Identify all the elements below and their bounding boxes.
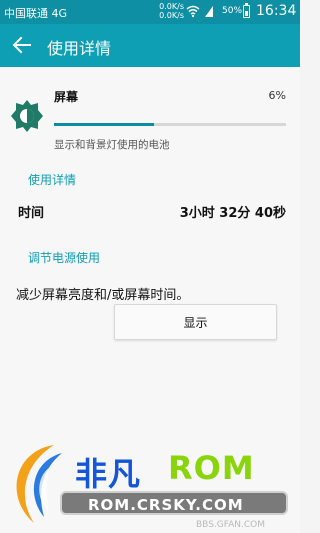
watermark-brand: 非凡 bbox=[75, 455, 142, 493]
signal-icon bbox=[205, 6, 213, 17]
screen-label: 屏幕 bbox=[54, 90, 79, 104]
app-bar: 使用详情 bbox=[0, 24, 300, 67]
wifi-icon bbox=[186, 5, 200, 18]
screen-percent: 6% bbox=[268, 89, 286, 102]
battery-percent: 50% bbox=[222, 6, 243, 16]
usage-details-header: 使用详情 bbox=[28, 173, 77, 187]
brightness-icon bbox=[11, 100, 43, 132]
watermark-url: ROM.CRSKY.COM bbox=[88, 496, 244, 514]
time-value: 3小时 32分 40秒 bbox=[179, 206, 286, 221]
watermark-bbs: BBS.GFAN.COM bbox=[196, 520, 265, 530]
net-down-speed: 0.0K/s bbox=[159, 11, 184, 20]
power-tip: 减少屏幕亮度和/或屏幕时间。 bbox=[16, 288, 190, 303]
time-row: 时间 3小时 32分 40秒 bbox=[0, 202, 300, 222]
usage-progress-fill bbox=[54, 123, 154, 126]
usage-progress-bar bbox=[54, 123, 286, 126]
carrier-label: 中国联通 4G bbox=[4, 7, 68, 20]
watermark-rom: ROM bbox=[168, 449, 255, 487]
display-settings-button[interactable]: 显示 bbox=[114, 304, 277, 340]
screen-usage-item[interactable]: 屏幕 6% 显示和背景灯使用的电池 bbox=[0, 79, 300, 151]
watermark-url-bar: ROM.CRSKY.COM bbox=[60, 491, 288, 515]
clock: 16:34 bbox=[256, 3, 297, 19]
status-bar: 中国联通 4G 0.0K/s 0.0K/s 50% 16:34 bbox=[0, 0, 300, 24]
time-label: 时间 bbox=[18, 206, 45, 221]
network-speed: 0.0K/s 0.0K/s bbox=[140, 2, 184, 20]
screen-description: 显示和背景灯使用的电池 bbox=[54, 139, 170, 151]
net-up-speed: 0.0K/s bbox=[159, 2, 184, 11]
swirl-logo-icon bbox=[16, 445, 62, 523]
back-arrow-icon[interactable] bbox=[12, 35, 32, 55]
page-title: 使用详情 bbox=[47, 39, 112, 58]
watermark: 非凡 ROM ROM.CRSKY.COM BBS.GFAN.COM bbox=[0, 433, 300, 533]
battery-icon bbox=[243, 3, 250, 18]
adjust-power-header: 调节电源使用 bbox=[28, 251, 101, 265]
